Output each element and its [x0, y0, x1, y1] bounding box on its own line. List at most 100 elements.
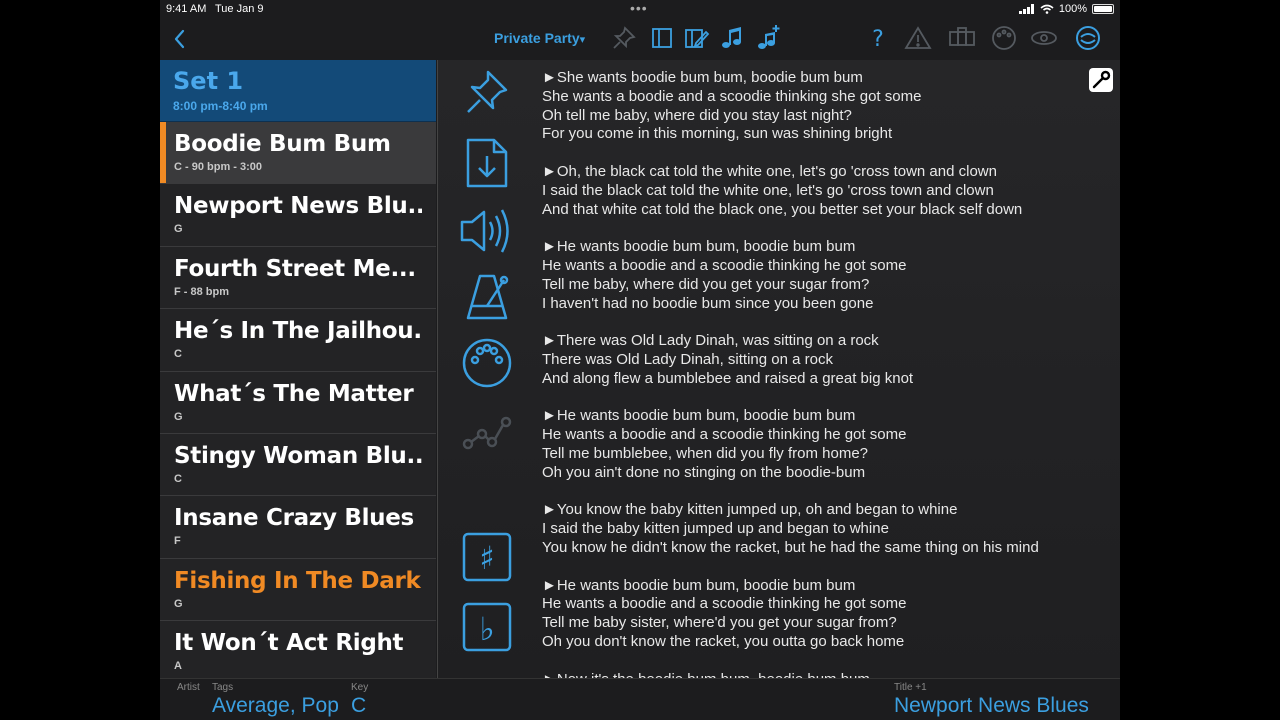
sync-icon[interactable]	[1030, 24, 1058, 52]
battery-percent: 100%	[1058, 3, 1087, 15]
tags-value[interactable]: Average, Pop	[212, 694, 339, 718]
song-title: Fishing In The Dark	[174, 567, 421, 594]
song-title: Fourth Street Me...	[174, 255, 416, 282]
add-song-icon[interactable]	[754, 24, 782, 52]
song-row[interactable]: Fourth Street Me... F - 88 bpm	[160, 246, 436, 310]
lyric-line: ►He wants boodie bum bum, boodie bum bum	[542, 576, 856, 594]
wifi-icon	[1040, 4, 1054, 14]
battery-icon	[1092, 4, 1114, 14]
lyric-line: For you come in this morning, sun was sh…	[542, 125, 893, 143]
set-time: 8:00 pm-8:40 pm	[173, 99, 268, 113]
lyric-line: There was Old Lady Dinah, sitting on a r…	[542, 350, 833, 368]
song-info-footer: Artist Tags Average, Pop Key C Title +1 …	[160, 678, 1120, 720]
song-title: Insane Crazy Blues	[174, 505, 414, 532]
svg-text:♭: ♭	[479, 610, 494, 648]
song-row[interactable]: Insane Crazy Blues F	[160, 496, 436, 559]
svg-text:?: ?	[872, 27, 884, 52]
app-screen: 9:41 AM Tue Jan 9 ••• 100% Private Party…	[160, 0, 1120, 720]
transpose-flat-icon[interactable]: ♭	[460, 600, 514, 654]
speaker-icon[interactable]	[460, 204, 514, 258]
song-row[interactable]: Newport News Blu... G	[160, 184, 436, 247]
song-details: C	[174, 472, 182, 485]
lyric-line: He wants a boodie and a scoodie thinking…	[542, 256, 907, 274]
artist-label: Artist	[177, 682, 200, 693]
song-details: F - 88 bpm	[174, 285, 230, 298]
song-title: It Won´t Act Right	[174, 630, 404, 657]
lyric-line: Tell me bumblebee, when did you fly from…	[542, 444, 869, 462]
signal-icon	[1018, 4, 1034, 14]
svg-text:♯: ♯	[479, 539, 494, 577]
lyric-line: Tell me baby sister, where'd you get you…	[542, 614, 897, 632]
tool-column: ♯ ♭	[438, 60, 538, 678]
pushpin-icon[interactable]	[460, 66, 514, 120]
nav-bar: Private Party▾ ?	[160, 18, 1120, 60]
lyric-stanza: ►Now it's the boodie bum bum, boodie bum…	[542, 671, 1102, 679]
song-details: G	[174, 223, 183, 236]
song-title: What´s The Matter	[174, 380, 414, 407]
midi-port-icon[interactable]	[460, 336, 514, 390]
lyric-line: He wants a boodie and a scoodie thinking…	[542, 595, 907, 613]
lyric-stanza: ►She wants boodie bum bum, boodie bum bu…	[542, 69, 1102, 144]
status-time: 9:41 AM	[166, 3, 207, 15]
lyric-line: Oh you ain't done no stinging on the boo…	[542, 463, 866, 481]
song-details: C - 90 bpm - 3:00	[174, 161, 263, 173]
lyric-line: Oh tell me baby, where did you stay last…	[542, 106, 852, 124]
multitask-dots-icon[interactable]: •••	[630, 0, 648, 16]
grid-icon[interactable]	[948, 24, 976, 52]
song-details: F	[174, 535, 181, 548]
song-details: A	[174, 660, 182, 673]
lyric-line: ►You know the baby kitten jumped up, oh …	[542, 501, 958, 519]
pin-icon[interactable]	[610, 24, 638, 52]
lyric-line: ►She wants boodie bum bum, boodie bum bu…	[542, 69, 863, 86]
lyrics-view: ♯ ♭ ►She wants boodie bum bum, boodie bu…	[437, 60, 1120, 678]
lyric-stanza: ►Oh, the black cat told the white one, l…	[542, 163, 1102, 219]
song-row[interactable]: Fishing In The Dark G	[160, 558, 436, 622]
song-row[interactable]: What´s The Matter G	[160, 371, 436, 434]
song-row[interactable]: Stingy Woman Blu... C	[160, 433, 436, 497]
transpose-sharp-icon[interactable]: ♯	[460, 530, 514, 584]
next-song-title[interactable]: Newport News Blues	[894, 694, 1089, 718]
song-title: Boodie Bum Bum	[174, 131, 391, 157]
linked-icon[interactable]	[1074, 24, 1102, 52]
lyric-line: I haven't had no boodie bum since you be…	[542, 294, 874, 312]
song-row[interactable]: It Won´t Act Right A	[160, 621, 436, 678]
next-song-label: Title +1	[894, 682, 927, 693]
lyric-line: And along flew a bumblebee and raised a …	[542, 369, 914, 387]
edit-icon[interactable]	[682, 24, 710, 52]
status-bar: 9:41 AM Tue Jan 9 ••• 100%	[160, 0, 1120, 18]
import-file-icon[interactable]	[460, 136, 514, 190]
set-header[interactable]: Set 1 8:00 pm-8:40 pm	[160, 60, 436, 122]
warning-icon[interactable]	[904, 24, 932, 52]
lyric-line: And that white cat told the black one, y…	[542, 200, 1023, 218]
lyric-line: You know he didn't know the racket, but …	[542, 538, 1039, 556]
key-value[interactable]: C	[351, 694, 366, 718]
song-title: Stingy Woman Blu...	[174, 442, 422, 469]
layout-icon[interactable]	[648, 24, 676, 52]
automation-icon[interactable]	[460, 404, 514, 458]
status-right: 100%	[1018, 3, 1114, 15]
music-note-icon[interactable]	[718, 24, 746, 52]
metronome-icon[interactable]	[460, 270, 514, 324]
lyric-stanza: ►You know the baby kitten jumped up, oh …	[542, 501, 1102, 557]
song-title: He´s In The Jailhou...	[174, 318, 422, 345]
help-icon[interactable]: ?	[864, 24, 892, 52]
lyric-stanza: ►He wants boodie bum bum, boodie bum bum…	[542, 238, 1102, 313]
lyric-line: ►Now it's the boodie bum bum, boodie bum…	[542, 671, 1102, 679]
song-title: Newport News Blu...	[174, 193, 422, 220]
lyric-line: She wants a boodie and a scoodie thinkin…	[542, 87, 922, 105]
song-row[interactable]: He´s In The Jailhou... C	[160, 309, 436, 372]
set-selector[interactable]: Private Party▾	[494, 30, 585, 46]
song-details: G	[174, 597, 183, 610]
lyric-line: ►Oh, the black cat told the white one, l…	[542, 162, 997, 180]
back-chevron-icon[interactable]	[168, 26, 192, 52]
midi-icon[interactable]	[990, 24, 1018, 52]
lyrics-text: ►She wants boodie bum bum, boodie bum bu…	[542, 69, 1102, 678]
lyric-line: ►He wants boodie bum bum, boodie bum bum	[542, 407, 856, 425]
lyric-line: I said the black cat told the white one,…	[542, 181, 994, 199]
song-row[interactable]: Boodie Bum Bum C - 90 bpm - 3:00	[160, 122, 436, 185]
status-date: Tue Jan 9	[215, 3, 264, 15]
wrench-icon[interactable]	[1089, 68, 1113, 92]
chevron-down-icon: ▾	[579, 34, 586, 46]
lyric-stanza: ►He wants boodie bum bum, boodie bum bum…	[542, 407, 1102, 482]
lyric-line: He wants a boodie and a scoodie thinking…	[542, 426, 907, 444]
